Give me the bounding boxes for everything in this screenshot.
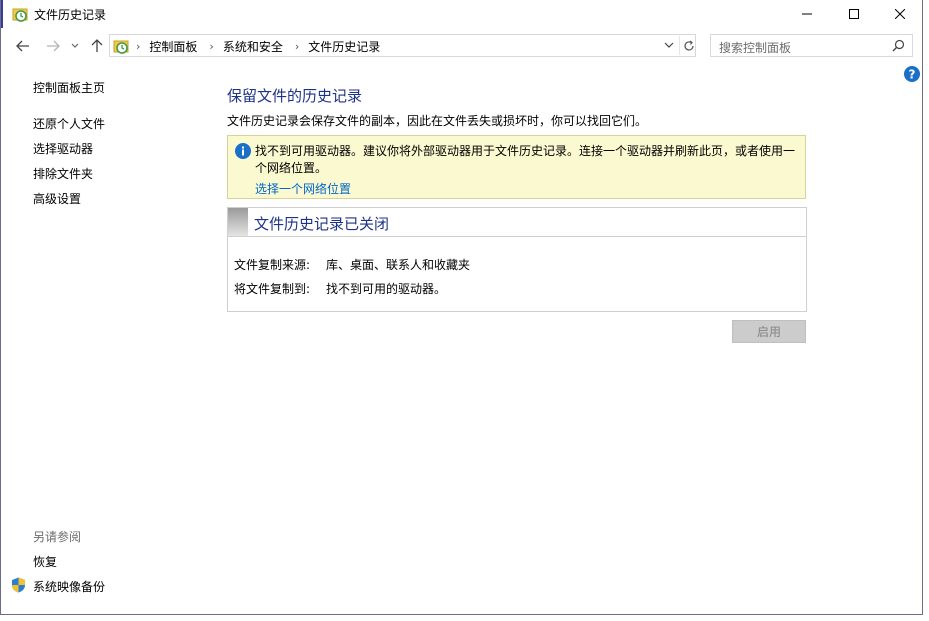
page-description: 文件历史记录会保存文件的副本，因此在文件丢失或损坏时，你可以找回它们。 (227, 114, 648, 128)
breadcrumb-control-panel[interactable]: 控制面板 (149, 38, 197, 55)
warning-message: 找不到可用驱动器。建议你将外部驱动器用于文件历史记录。连接一个驱动器并刷新此页，… (255, 144, 796, 175)
minimize-icon (802, 13, 812, 15)
search-input[interactable]: 搜索控制面板 (710, 34, 913, 57)
page-title: 保留文件的历史记录 (227, 87, 363, 105)
status-header: 文件历史记录已关闭 (228, 208, 806, 237)
copy-source-value: 库、桌面、联系人和收藏夹 (326, 258, 471, 272)
up-button[interactable] (87, 36, 107, 56)
drive-warning-box: 找不到可用驱动器。建议你将外部驱动器用于文件历史记录。连接一个驱动器并刷新此页，… (227, 135, 806, 199)
control-panel-icon (113, 38, 129, 54)
copy-destination-label: 将文件复制到: (234, 282, 311, 296)
arrow-right-icon (47, 40, 60, 52)
close-button[interactable] (877, 0, 923, 28)
search-placeholder: 搜索控制面板 (719, 41, 792, 55)
minimize-button[interactable] (784, 0, 830, 28)
breadcrumb-separator-icon: › (136, 40, 141, 53)
info-icon (235, 143, 251, 159)
recent-locations-button[interactable] (67, 36, 83, 56)
copy-source-label: 文件复制来源: (234, 258, 311, 272)
file-history-window: 文件历史记录 › 控制面板 › 系统和安全 › 文件历史记录 搜索控制面板 ? … (0, 0, 923, 615)
address-dropdown-button[interactable] (663, 39, 675, 51)
see-also-system-image-backup-link[interactable]: 系统映像备份 (33, 578, 105, 595)
back-button[interactable] (13, 36, 33, 56)
sidebar-control-panel-home[interactable]: 控制面板主页 (33, 79, 105, 96)
file-history-status-panel: 文件历史记录已关闭 文件复制来源: 库、桌面、联系人和收藏夹 将文件复制到: 找… (227, 207, 807, 312)
close-icon (895, 9, 905, 19)
sidebar-item-advanced-settings[interactable]: 高级设置 (33, 190, 81, 207)
window-title: 文件历史记录 (34, 8, 107, 22)
refresh-icon (683, 40, 694, 51)
refresh-button[interactable] (679, 36, 697, 55)
breadcrumb-system-security[interactable]: 系统和安全 (223, 38, 283, 55)
status-title: 文件历史记录已关闭 (254, 215, 390, 233)
help-icon[interactable]: ? (904, 66, 920, 82)
search-icon (892, 39, 905, 52)
forward-button[interactable] (43, 36, 63, 56)
select-network-location-link[interactable]: 选择一个网络位置 (255, 180, 351, 197)
breadcrumb: › 控制面板 › 系统和安全 › 文件历史记录 (136, 38, 392, 55)
sidebar-item-select-drive[interactable]: 选择驱动器 (33, 140, 93, 157)
sidebar-item-restore-personal-files[interactable]: 还原个人文件 (33, 115, 105, 132)
see-also-recovery-link[interactable]: 恢复 (33, 553, 57, 570)
copy-destination-value: 找不到可用的驱动器。 (326, 282, 447, 296)
maximize-button[interactable] (831, 0, 877, 28)
arrow-left-icon (16, 40, 29, 52)
file-history-app-icon (12, 6, 28, 22)
address-bar[interactable]: › 控制面板 › 系统和安全 › 文件历史记录 (109, 34, 696, 57)
arrow-up-icon (91, 39, 103, 52)
breadcrumb-separator-icon: › (294, 40, 300, 53)
title-bar[interactable]: 文件历史记录 (1, 0, 924, 28)
chevron-down-icon (71, 43, 79, 48)
breadcrumb-file-history[interactable]: 文件历史记录 (308, 38, 380, 55)
enable-button[interactable]: 启用 (732, 320, 806, 343)
see-also-heading: 另请参阅 (33, 530, 82, 544)
svg-text:?: ? (909, 68, 916, 82)
maximize-icon (849, 9, 859, 19)
status-indicator (228, 208, 248, 236)
uac-shield-icon (11, 577, 26, 593)
sidebar-item-exclude-folders[interactable]: 排除文件夹 (33, 165, 93, 182)
chevron-down-icon (664, 42, 674, 48)
breadcrumb-separator-icon: › (209, 40, 214, 53)
